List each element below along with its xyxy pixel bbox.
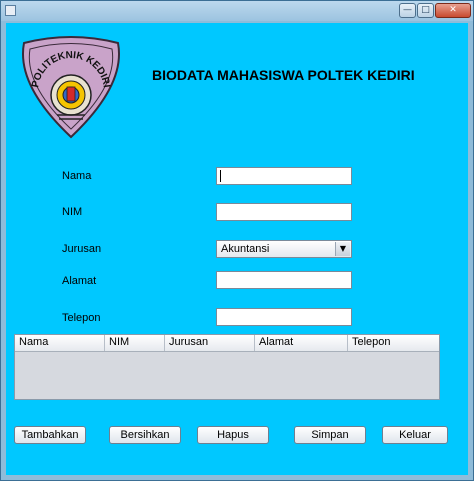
keluar-button[interactable]: Keluar <box>382 426 448 444</box>
hapus-button[interactable]: Hapus <box>197 426 269 444</box>
minimize-button[interactable]: — <box>399 3 416 18</box>
politeknik-kediri-logo: POLITEKNIK KEDIRI <box>22 36 120 139</box>
mahasiswa-table[interactable]: Nama NIM Jurusan Alamat Telepon <box>14 334 440 400</box>
chevron-down-icon[interactable]: ▼ <box>335 242 350 256</box>
column-header-alamat[interactable]: Alamat <box>255 335 348 351</box>
label-telepon: Telepon <box>62 312 101 324</box>
jurusan-selected-value: Akuntansi <box>221 243 270 255</box>
alamat-field[interactable] <box>216 271 352 289</box>
column-header-telepon[interactable]: Telepon <box>348 335 439 351</box>
column-header-jurusan[interactable]: Jurusan <box>165 335 255 351</box>
nama-input[interactable] <box>217 168 351 184</box>
label-nama: Nama <box>62 170 92 182</box>
label-jurusan: Jurusan <box>62 243 102 255</box>
label-alamat: Alamat <box>62 275 97 287</box>
column-header-nim[interactable]: NIM <box>105 335 165 351</box>
telepon-field[interactable] <box>216 308 352 326</box>
alamat-input[interactable] <box>217 272 351 288</box>
simpan-button[interactable]: Simpan <box>294 426 366 444</box>
minimize-icon: — <box>403 5 412 15</box>
close-icon: ✕ <box>449 5 457 15</box>
table-header: Nama NIM Jurusan Alamat Telepon <box>15 335 439 352</box>
bersihkan-button[interactable]: Bersihkan <box>109 426 181 444</box>
telepon-input[interactable] <box>217 309 351 325</box>
java-app-icon <box>5 5 16 16</box>
column-header-nama[interactable]: Nama <box>15 335 105 351</box>
jurusan-select[interactable]: Akuntansi ▼ <box>216 240 352 258</box>
app-window: — □ ✕ POLITEKNIK KEDIRI BIODATA MAHASISW… <box>0 0 474 481</box>
form-panel: POLITEKNIK KEDIRI BIODATA MAHASISWA POLT… <box>6 23 468 475</box>
nama-field[interactable] <box>216 167 352 185</box>
nim-input[interactable] <box>217 204 351 220</box>
page-title: BIODATA MAHASISWA POLTEK KEDIRI <box>152 67 415 83</box>
tambahkan-button[interactable]: Tambahkan <box>14 426 86 444</box>
maximize-button[interactable]: □ <box>417 3 434 18</box>
title-bar[interactable]: — □ ✕ <box>1 1 473 21</box>
nim-field[interactable] <box>216 203 352 221</box>
label-nim: NIM <box>62 206 83 218</box>
maximize-icon: □ <box>421 5 430 15</box>
close-button[interactable]: ✕ <box>435 3 471 18</box>
text-caret <box>220 170 221 182</box>
